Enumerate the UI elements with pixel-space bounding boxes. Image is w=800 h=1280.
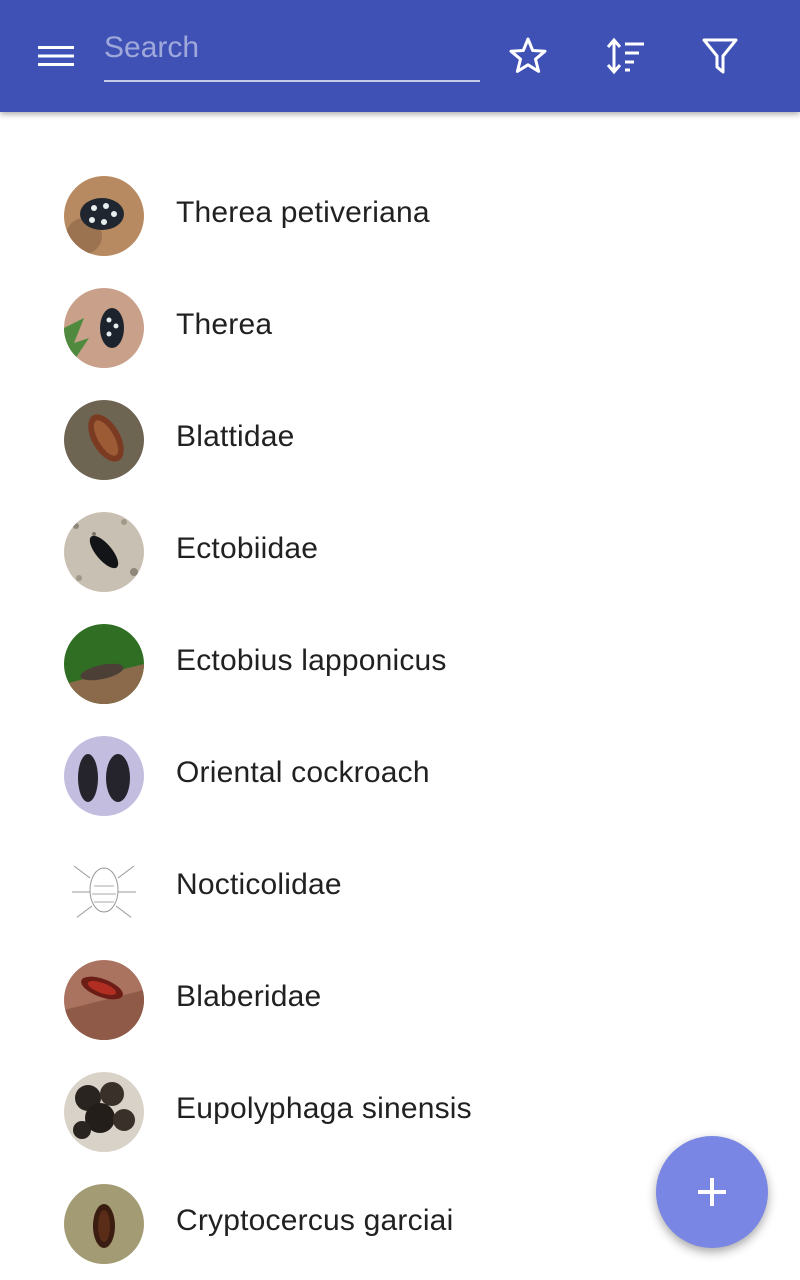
item-label: Therea [176,308,273,341]
item-label: Oriental cockroach [176,756,430,789]
item-label: Nocticolidae [176,868,342,901]
menu-icon [38,46,74,66]
thumbnail [64,624,144,704]
item-label: Eupolyphaga sinensis [176,1092,472,1125]
list-item[interactable]: Nocticolidae [0,832,800,944]
thumbnail [64,960,144,1040]
item-label: Cryptocercus garciai [176,1204,454,1237]
app-bar [0,0,800,112]
list-item[interactable]: Oriental cockroach [0,720,800,832]
filter-icon [702,38,738,74]
thumbnail [64,848,144,928]
sort-button[interactable] [596,28,652,84]
thumbnail [64,1184,144,1264]
item-label: Blaberidae [176,980,322,1013]
list-item[interactable]: Blattidae [0,384,800,496]
species-list: Therea petiveriana Therea Blattidae Ecto… [0,160,800,1280]
list-item[interactable]: Therea [0,272,800,384]
thumbnail [64,288,144,368]
item-label: Ectobiidae [176,532,319,565]
thumbnail [64,1072,144,1152]
thumbnail [64,512,144,592]
search-field [104,22,480,82]
list-item[interactable]: Blaberidae [0,944,800,1056]
thumbnail [64,176,144,256]
filter-button[interactable] [692,28,748,84]
sort-icon [606,37,644,75]
favorites-button[interactable] [500,28,556,84]
menu-button[interactable] [20,32,92,80]
list-item[interactable]: Therea petiveriana [0,160,800,272]
thumbnail [64,736,144,816]
list-item[interactable]: Ectobiidae [0,496,800,608]
list-item[interactable]: Ectobius lapponicus [0,608,800,720]
item-label: Therea petiveriana [176,196,430,229]
search-input[interactable] [104,22,480,74]
star-icon [509,37,547,73]
add-button[interactable] [656,1136,768,1248]
item-label: Blattidae [176,420,295,453]
item-label: Ectobius lapponicus [176,644,447,677]
thumbnail [64,400,144,480]
plus-icon [698,1178,726,1206]
